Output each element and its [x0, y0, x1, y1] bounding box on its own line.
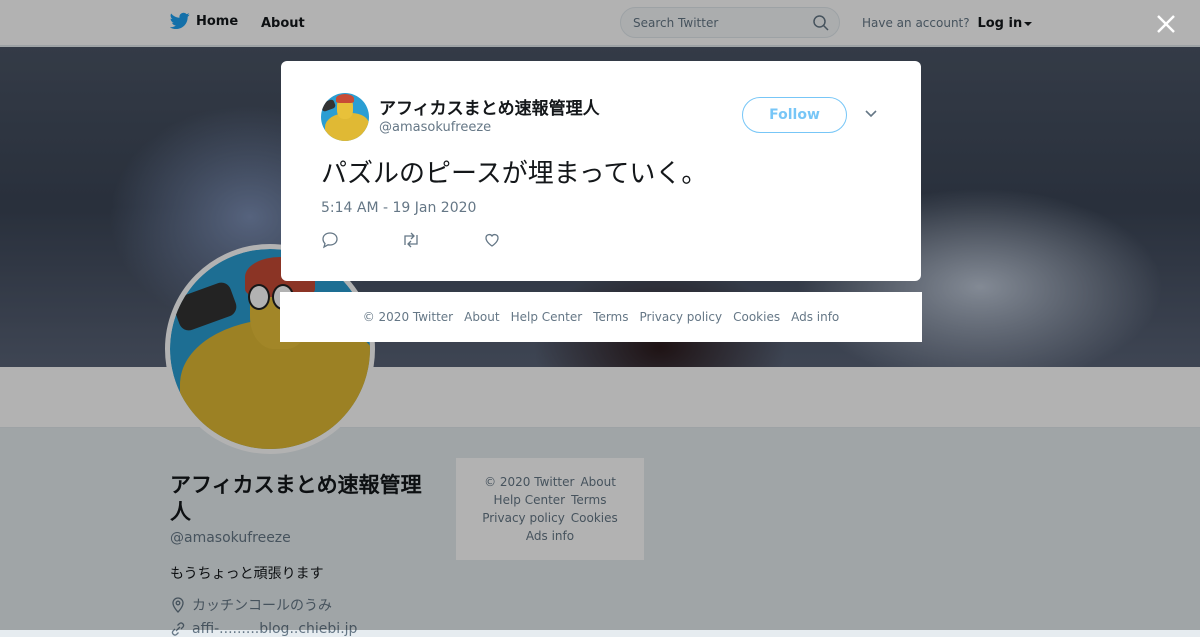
chevron-down-icon[interactable]	[864, 109, 878, 119]
tweet-text: パズルのピースが埋まっていく。	[321, 159, 708, 189]
footer-link[interactable]: Help Center	[511, 310, 583, 324]
tweet-author-avatar[interactable]	[321, 93, 369, 141]
modal-footer: © 2020 Twitter About Help Center Terms P…	[280, 292, 922, 342]
tweet-author-name[interactable]: アフィカスまとめ速報管理人	[379, 94, 600, 119]
footer-link[interactable]: About	[464, 310, 499, 324]
follow-button[interactable]: Follow	[742, 97, 847, 133]
tweet-card: アフィカスまとめ速報管理人 @amasokufreeze Follow パズルの…	[281, 61, 921, 281]
footer-link[interactable]: Terms	[593, 310, 628, 324]
reply-icon[interactable]	[321, 231, 339, 249]
tweet-actions	[321, 231, 501, 249]
footer-link[interactable]: Privacy policy	[640, 310, 723, 324]
footer-link[interactable]: © 2020 Twitter	[363, 310, 453, 324]
tweet-author-handle[interactable]: @amasokufreeze	[379, 120, 491, 135]
close-icon[interactable]	[1155, 13, 1177, 35]
footer-link[interactable]: Ads info	[791, 310, 839, 324]
footer-link[interactable]: Cookies	[733, 310, 780, 324]
heart-icon[interactable]	[483, 231, 501, 249]
tweet-timestamp[interactable]: 5:14 AM - 19 Jan 2020	[321, 200, 476, 216]
retweet-icon[interactable]	[401, 231, 421, 249]
